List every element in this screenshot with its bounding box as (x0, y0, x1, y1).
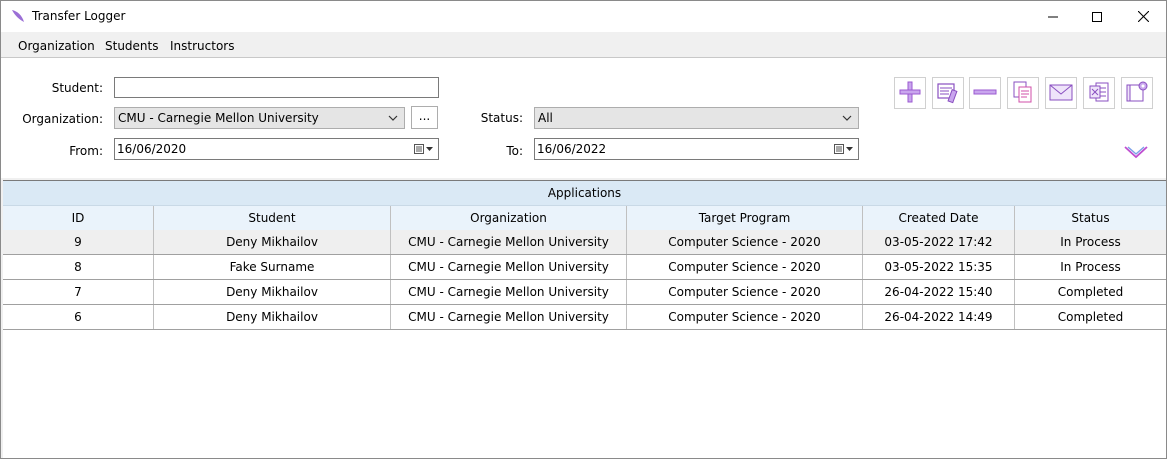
cell-student: Fake Surname (154, 255, 391, 279)
close-button[interactable] (1120, 1, 1166, 32)
edit-icon (936, 80, 960, 107)
status-select-value: All (538, 111, 553, 125)
cell-status: In Process (1060, 235, 1121, 249)
column-header-id[interactable]: ID (3, 206, 154, 230)
cell-created-date: 03-05-2022 17:42 (863, 230, 1015, 254)
grid-header-row: ID Student Organization Target Program C… (3, 206, 1166, 231)
menu-organization[interactable]: Organization (18, 39, 95, 53)
student-label: Student: (51, 81, 103, 95)
cell-status: In Process (1060, 260, 1121, 274)
edit-button[interactable] (932, 77, 964, 109)
cell-student: Deny Mikhailov (154, 305, 391, 329)
excel-export-button[interactable] (1083, 77, 1115, 109)
chevron-down-icon (842, 112, 852, 126)
cell-status: Completed (1057, 310, 1124, 324)
grid-caption: Applications (3, 181, 1166, 206)
settings-icon (1125, 80, 1149, 107)
cell-target-program: Computer Science - 2020 (627, 305, 863, 329)
table-row[interactable]: 8 Fake Surname CMU - Carnegie Mellon Uni… (3, 255, 1166, 280)
to-date-value: 16/06/2022 (537, 142, 607, 156)
organization-label: Organization: (22, 112, 103, 126)
expand-filter-button[interactable] (1123, 144, 1149, 162)
table-row[interactable]: 7 Deny Mikhailov CMU - Carnegie Mellon U… (3, 280, 1166, 305)
from-date-picker[interactable]: 16/06/2020 (114, 138, 439, 160)
excel-export-icon (1087, 80, 1111, 107)
status-select[interactable]: All (534, 107, 859, 129)
main-window: Transfer Logger Organization Students In… (0, 0, 1167, 459)
browse-organization-button[interactable]: ... (411, 106, 438, 129)
cell-target-program: Computer Science - 2020 (627, 255, 863, 279)
cell-created-date: 26-04-2022 15:40 (863, 280, 1015, 304)
cell-organization: CMU - Carnegie Mellon University (391, 305, 627, 329)
to-label: To: (506, 144, 523, 158)
cell-id: 7 (3, 280, 154, 304)
chevron-down-icon (388, 112, 398, 126)
menu-students[interactable]: Students (105, 39, 159, 53)
cell-student: Deny Mikhailov (154, 280, 391, 304)
settings-button[interactable] (1121, 77, 1153, 109)
remove-icon (972, 80, 998, 107)
column-header-organization[interactable]: Organization (391, 206, 627, 230)
status-label: Status: (480, 111, 523, 125)
calendar-dropdown-icon[interactable] (414, 143, 434, 158)
email-icon (1048, 81, 1074, 106)
app-feather-icon (11, 9, 25, 23)
cell-organization: CMU - Carnegie Mellon University (391, 280, 627, 304)
cell-id: 9 (3, 230, 154, 254)
add-icon (898, 80, 922, 107)
expand-chevron-icon (1123, 146, 1149, 165)
cell-created-date: 03-05-2022 15:35 (863, 255, 1015, 279)
cell-status: Completed (1057, 285, 1124, 299)
cell-student: Deny Mikhailov (154, 230, 391, 254)
applications-grid: Applications ID Student Organization Tar… (3, 180, 1166, 458)
minimize-button[interactable] (1030, 1, 1076, 32)
from-label: From: (69, 144, 103, 158)
copy-button[interactable] (1007, 77, 1039, 109)
maximize-button[interactable] (1074, 1, 1120, 32)
organization-select-value: CMU - Carnegie Mellon University (118, 111, 319, 125)
cell-organization: CMU - Carnegie Mellon University (391, 255, 627, 279)
copy-icon (1011, 80, 1035, 107)
table-row[interactable]: 6 Deny Mikhailov CMU - Carnegie Mellon U… (3, 305, 1166, 330)
cell-target-program: Computer Science - 2020 (627, 230, 863, 254)
remove-button[interactable] (969, 77, 1001, 109)
cell-target-program: Computer Science - 2020 (627, 280, 863, 304)
email-button[interactable] (1045, 77, 1077, 109)
cell-created-date: 26-04-2022 14:49 (863, 305, 1015, 329)
add-button[interactable] (894, 77, 926, 109)
title-bar: Transfer Logger (1, 1, 1166, 32)
organization-select[interactable]: CMU - Carnegie Mellon University (114, 107, 405, 129)
column-header-status[interactable]: Status (1015, 206, 1166, 230)
menu-instructors[interactable]: Instructors (170, 39, 234, 53)
from-date-value: 16/06/2020 (117, 142, 187, 156)
cell-id: 6 (3, 305, 154, 329)
window-title: Transfer Logger (32, 9, 126, 23)
column-header-target-program[interactable]: Target Program (627, 206, 863, 230)
column-header-student[interactable]: Student (154, 206, 391, 230)
table-row[interactable]: 9 Deny Mikhailov CMU - Carnegie Mellon U… (3, 230, 1166, 255)
to-date-picker[interactable]: 16/06/2022 (534, 138, 859, 160)
column-header-created-date[interactable]: Created Date (863, 206, 1015, 230)
student-input[interactable] (114, 77, 439, 98)
cell-id: 8 (3, 255, 154, 279)
calendar-dropdown-icon[interactable] (834, 143, 854, 158)
menu-bar: Organization Students Instructors (1, 33, 1166, 58)
cell-organization: CMU - Carnegie Mellon University (391, 230, 627, 254)
